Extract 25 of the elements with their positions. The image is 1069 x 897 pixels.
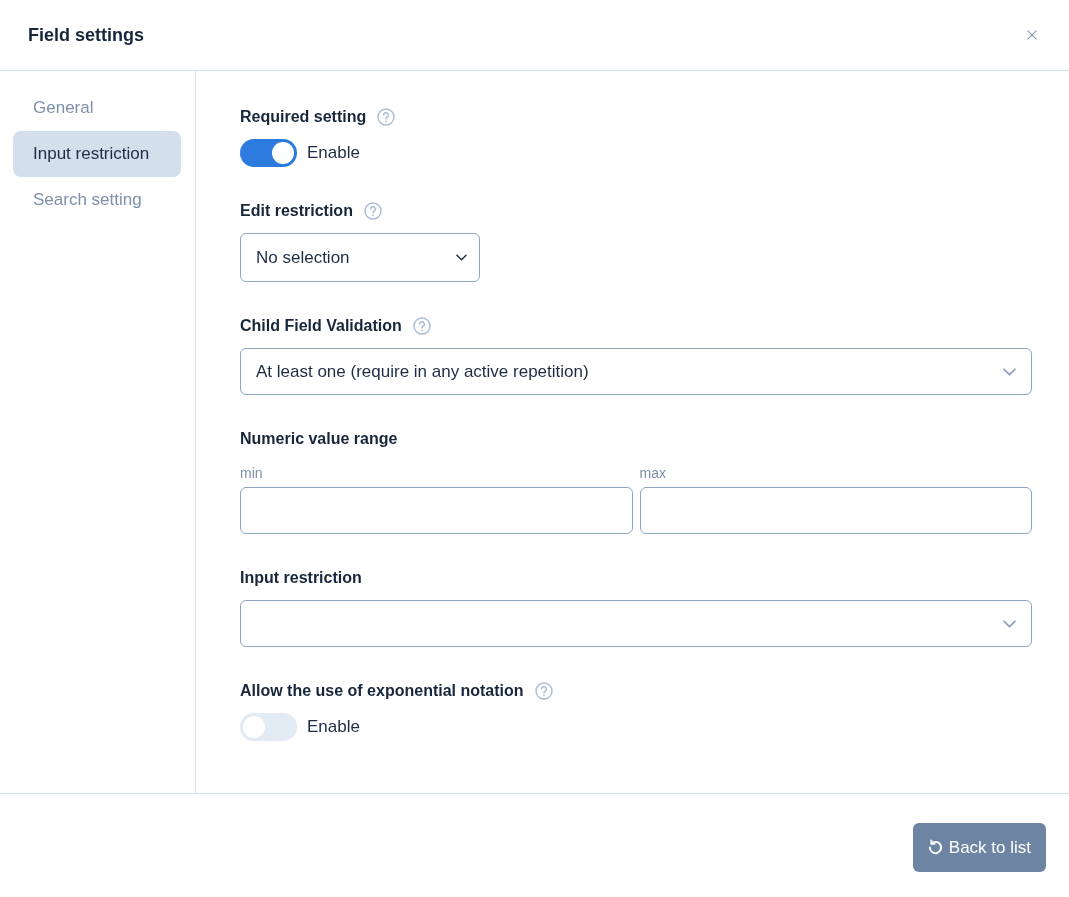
dropdown-field[interactable] bbox=[240, 600, 1032, 647]
setting-label: Allow the use of exponential notation bbox=[240, 682, 524, 700]
close-icon bbox=[1027, 30, 1037, 40]
chevron-down-icon bbox=[1003, 367, 1016, 376]
back-to-list-button[interactable]: Back to list bbox=[912, 823, 1046, 872]
setting-label: Numeric value range bbox=[240, 430, 398, 448]
setting-label: Child Field Validation bbox=[240, 317, 402, 335]
toggle-switch[interactable] bbox=[240, 139, 297, 167]
field-label: min bbox=[240, 464, 263, 482]
toggle-label: Enable bbox=[307, 143, 360, 163]
toggle-switch[interactable] bbox=[240, 713, 297, 741]
dropdown-field[interactable]: No selection bbox=[240, 233, 480, 282]
dialog-title: Field settings bbox=[28, 24, 144, 46]
dropdown-field[interactable]: At least one (require in any active repetition) bbox=[240, 348, 1032, 395]
toggle-label: Enable bbox=[307, 717, 360, 737]
chevron-down-icon bbox=[456, 254, 467, 261]
setting-label: Required setting bbox=[240, 108, 367, 126]
input-field[interactable] bbox=[240, 487, 633, 534]
setting-label: Input restriction bbox=[240, 569, 362, 587]
sidebar-item[interactable]: Input restriction bbox=[13, 131, 181, 177]
circular-arrow-icon bbox=[926, 839, 944, 856]
input-field[interactable] bbox=[639, 487, 1032, 534]
field-label: max bbox=[639, 464, 666, 482]
chevron-down-icon bbox=[1003, 619, 1016, 628]
setting-label: Edit restriction bbox=[240, 202, 353, 220]
